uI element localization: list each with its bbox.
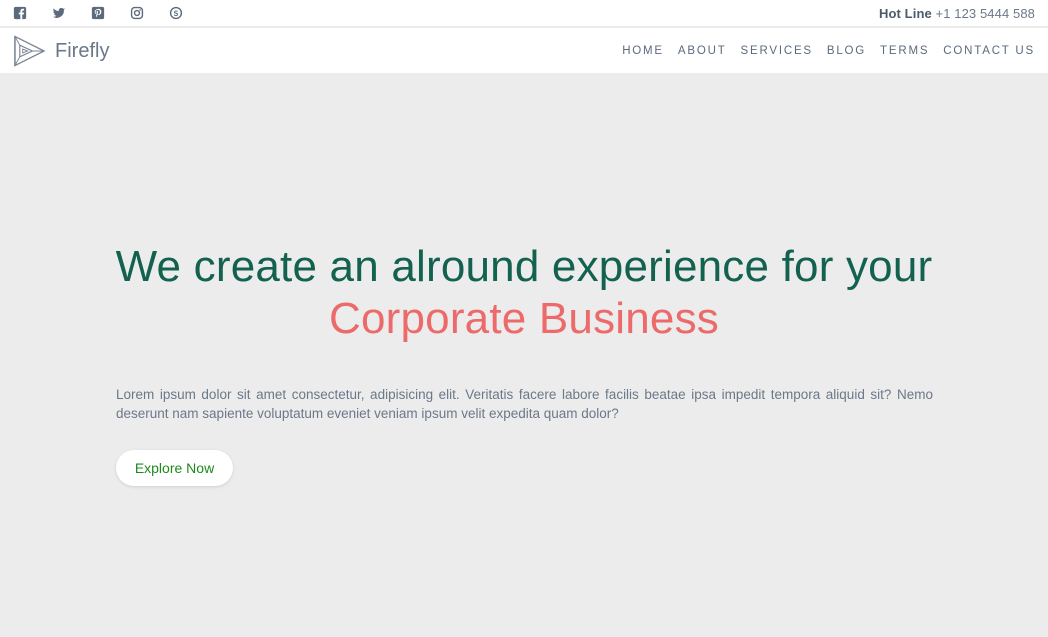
facebook-icon[interactable]	[13, 6, 27, 20]
hero-section: We create an alround experience for your…	[0, 73, 1048, 637]
nav-item-about[interactable]: ABOUT	[678, 45, 727, 57]
skype-icon[interactable]	[169, 6, 183, 20]
nav-item-blog[interactable]: BLOG	[827, 45, 866, 57]
explore-now-button[interactable]: Explore Now	[116, 450, 233, 486]
hotline: Hot Line +1 123 5444 588	[879, 6, 1035, 21]
twitter-icon[interactable]	[52, 6, 66, 20]
nav-item-home[interactable]: HOME	[622, 45, 664, 57]
brand-name: Firefly	[55, 40, 110, 62]
hero-headline: We create an alround experience for your…	[0, 241, 1048, 345]
hero-headline-line1: We create an alround experience for your	[115, 242, 933, 291]
hotline-label: Hot Line	[879, 5, 932, 21]
hero-lead-text: Lorem ipsum dolor sit amet consectetur, …	[116, 387, 933, 421]
hotline-number[interactable]: +1 123 5444 588	[936, 6, 1035, 21]
social-links	[13, 6, 208, 20]
logo-icon	[14, 34, 46, 67]
nav-menu: HOME ABOUT SERVICES BLOG TERMS CONTACT U…	[608, 45, 1035, 57]
brand-link[interactable]: Firefly	[13, 34, 109, 68]
top-bar: Hot Line +1 123 5444 588	[0, 0, 1048, 27]
main-navbar: Firefly HOME ABOUT SERVICES BLOG TERMS C…	[0, 28, 1048, 73]
instagram-icon[interactable]	[130, 6, 144, 20]
pinterest-icon[interactable]	[91, 6, 105, 20]
nav-item-terms[interactable]: TERMS	[880, 45, 929, 57]
nav-item-contact-us[interactable]: CONTACT US	[943, 45, 1035, 57]
nav-item-services[interactable]: SERVICES	[741, 45, 813, 57]
hero-headline-accent: Corporate Business	[328, 294, 720, 343]
